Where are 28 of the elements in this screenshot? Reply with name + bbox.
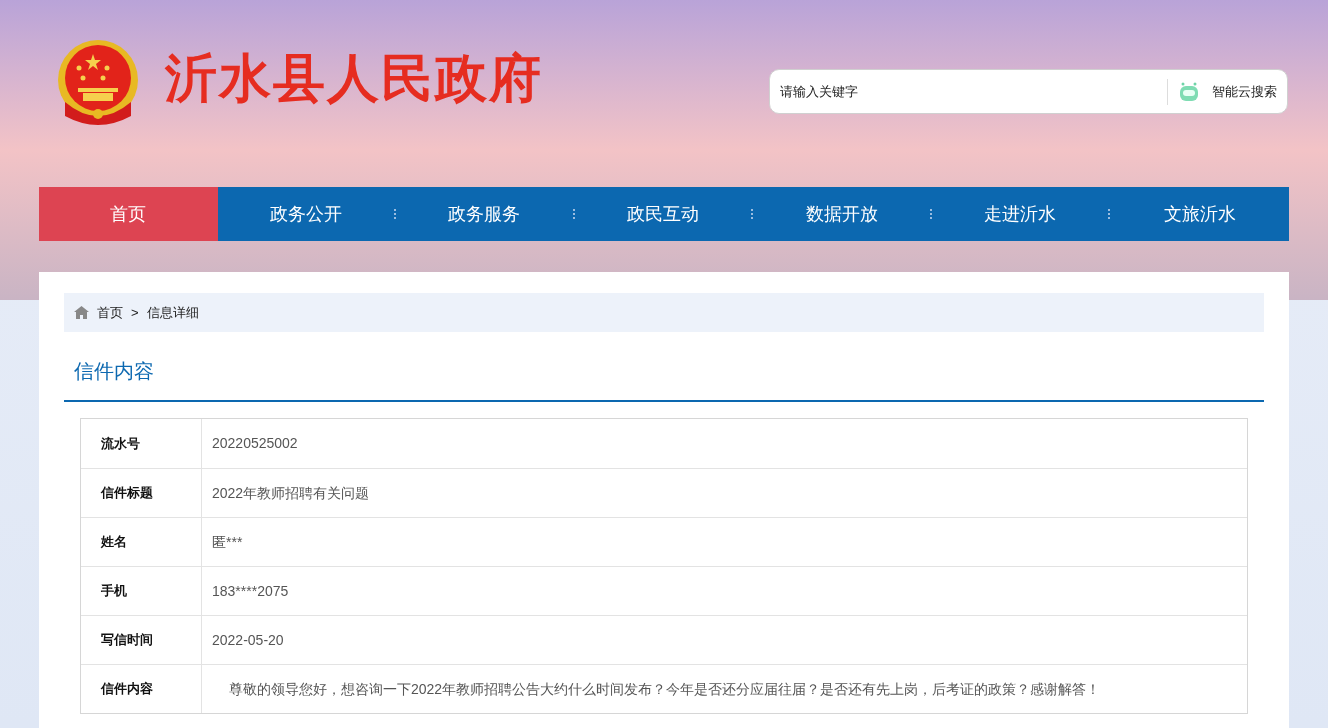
nav-tab[interactable]: 文旅沂水 (1110, 187, 1290, 241)
section-title: 信件内容 (74, 359, 154, 384)
nav-tab[interactable]: 数据开放 (753, 187, 930, 241)
nav-tab[interactable]: 政民互动 (574, 187, 752, 241)
nav-tab[interactable]: 首页 (39, 187, 218, 241)
search-button[interactable]: 智能云搜索 (1168, 70, 1287, 113)
nav-tab[interactable]: 走进沂水 (931, 187, 1109, 241)
nav-tab[interactable]: 政务公开 (217, 187, 395, 241)
nav-tab[interactable]: 政务服务 (396, 187, 573, 241)
field-label: 信件标题 (81, 469, 202, 517)
site-title: 沂水县人民政府 (165, 52, 543, 104)
breadcrumb-current: 信息详细 (146, 303, 199, 322)
field-label: 信件内容 (81, 665, 202, 713)
field-label: 姓名 (81, 518, 202, 566)
field-label: 手机 (81, 567, 202, 615)
field-value: 20220525002 (211, 434, 299, 453)
breadcrumb-link[interactable]: 首页 (97, 302, 123, 323)
robot-icon (1178, 81, 1200, 102)
field-label: 流水号 (81, 419, 202, 468)
field-label: 写信时间 (81, 616, 202, 664)
field-value: 匿*** (211, 532, 244, 552)
field-value: 2022年教师招聘有关问题 (211, 483, 371, 503)
field-value: 183****2075 (211, 581, 290, 601)
search-field[interactable]: 请输入关键字 智能云搜索 (769, 69, 1288, 114)
field-value: 2022-05-20 (211, 630, 285, 650)
home-icon (74, 306, 89, 319)
breadcrumb-separator: > (131, 303, 139, 322)
letter-text: 尊敬的领导您好，想咨询一下2022年教师招聘公告大约什么时间发布？今年是否还分应届往届？是否还有先上岗，后考证的政策？感谢解答！ (228, 679, 1102, 699)
